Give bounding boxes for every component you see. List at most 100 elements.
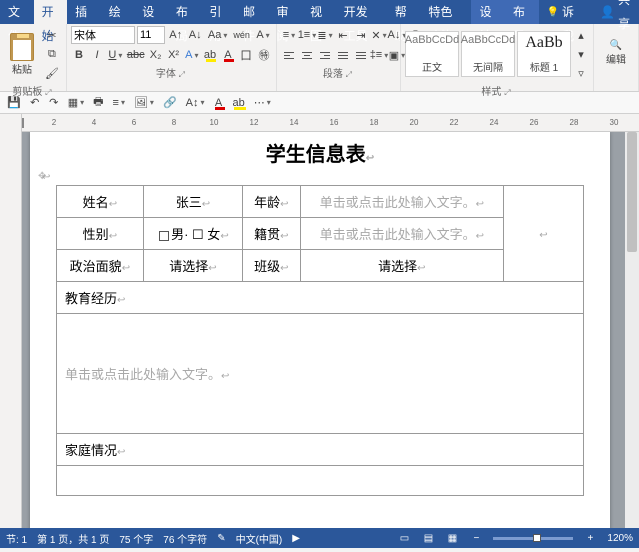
- tab-table-layout[interactable]: 布局: [505, 0, 539, 24]
- tab-file[interactable]: 文件: [0, 0, 34, 24]
- cell-age-label[interactable]: 年龄: [243, 186, 301, 218]
- align-justify-button[interactable]: [335, 46, 351, 64]
- tab-home[interactable]: 开始: [34, 0, 68, 24]
- zoom-slider[interactable]: [493, 537, 573, 540]
- enclose-char-button[interactable]: ㊕: [256, 46, 272, 64]
- qat-save[interactable]: 💾: [4, 94, 24, 112]
- line-spacing-button[interactable]: ‡≡: [371, 46, 387, 64]
- status-words[interactable]: 75 个字: [119, 531, 153, 546]
- tab-draw[interactable]: 绘图: [101, 0, 135, 24]
- cell-class-label[interactable]: 班级: [243, 250, 301, 282]
- info-table[interactable]: 姓名 张三 年龄 单击或点击此处输入文字。 性别 男· ☐ 女 籍贯 单击或点击…: [56, 185, 584, 496]
- numbering-button[interactable]: 1≡: [299, 26, 315, 44]
- qat-image[interactable]: 🖼: [131, 94, 157, 112]
- cell-politics-value[interactable]: 请选择: [143, 250, 242, 282]
- tab-developer[interactable]: 开发工具: [336, 0, 387, 24]
- cell-family-label[interactable]: 家庭情况: [57, 434, 584, 466]
- tab-review[interactable]: 审阅: [269, 0, 303, 24]
- shrink-font-button[interactable]: A↓: [186, 26, 203, 44]
- tab-design[interactable]: 设计: [134, 0, 168, 24]
- tab-references[interactable]: 引用: [201, 0, 235, 24]
- qat-more[interactable]: ⋯: [251, 94, 274, 112]
- cell-edu-body[interactable]: 单击或点击此处输入文字。: [57, 314, 584, 434]
- cell-name-value[interactable]: 张三: [143, 186, 242, 218]
- qat-bullets[interactable]: ≡: [110, 94, 128, 112]
- tab-table-design[interactable]: 设计: [471, 0, 505, 24]
- cell-native-label[interactable]: 籍贯: [243, 218, 301, 250]
- scroll-thumb[interactable]: [627, 132, 637, 252]
- tab-help[interactable]: 帮助: [387, 0, 421, 24]
- styles-scroll-up[interactable]: ▴: [573, 26, 589, 44]
- horizontal-ruler[interactable]: /* ticks appended below via JS */ 246810…: [22, 114, 639, 132]
- qat-font-size[interactable]: A↕: [183, 94, 208, 112]
- highlight-button[interactable]: ab: [202, 46, 218, 64]
- view-print-button[interactable]: ▤: [421, 531, 435, 545]
- document-area[interactable]: /* ticks appended below via JS */ 246810…: [22, 114, 639, 528]
- format-painter-button[interactable]: 🖌: [42, 64, 62, 82]
- vertical-scrollbar[interactable]: ▲ ▼: [625, 132, 639, 528]
- grow-font-button[interactable]: A↑: [167, 26, 184, 44]
- styles-expand[interactable]: ▿: [573, 64, 589, 82]
- qat-print[interactable]: 🖶: [90, 94, 106, 112]
- find-button[interactable]: 🔍编辑: [598, 28, 634, 78]
- view-read-button[interactable]: ▭: [397, 531, 411, 545]
- zoom-level[interactable]: 120%: [607, 533, 633, 544]
- cell-gender-label[interactable]: 性别: [57, 218, 144, 250]
- copy-button[interactable]: ⧉: [42, 45, 62, 63]
- cell-native-value[interactable]: 单击或点击此处输入文字。: [300, 218, 503, 250]
- styles-scroll-down[interactable]: ▾: [573, 45, 589, 63]
- checkbox-male[interactable]: [159, 231, 169, 241]
- align-left-button[interactable]: [281, 46, 297, 64]
- status-macro-icon[interactable]: ▶: [292, 533, 300, 544]
- cut-button[interactable]: ✂: [42, 26, 62, 44]
- style-heading1[interactable]: AaBb标题 1: [517, 31, 571, 77]
- zoom-out-button[interactable]: −: [469, 531, 483, 545]
- cell-edu-label[interactable]: 教育经历: [57, 282, 584, 314]
- view-web-button[interactable]: ▦: [445, 531, 459, 545]
- qat-highlight[interactable]: ab: [230, 94, 248, 112]
- cell-gender-value[interactable]: 男· ☐ 女: [143, 218, 242, 250]
- paste-button[interactable]: 粘贴: [4, 29, 40, 79]
- strikethrough-button[interactable]: abc: [126, 46, 146, 64]
- qat-table[interactable]: ▦: [65, 94, 87, 112]
- align-distribute-button[interactable]: [353, 46, 369, 64]
- font-size-select[interactable]: [137, 26, 165, 44]
- tab-mail[interactable]: 邮件: [235, 0, 269, 24]
- cell-class-value[interactable]: 请选择: [300, 250, 503, 282]
- tab-insert[interactable]: 插入: [67, 0, 101, 24]
- increase-indent-button[interactable]: ⇥: [353, 26, 369, 44]
- tab-view[interactable]: 视图: [302, 0, 336, 24]
- align-center-button[interactable]: [299, 46, 315, 64]
- tab-layout[interactable]: 布局: [168, 0, 202, 24]
- cell-age-value[interactable]: 单击或点击此处输入文字。: [300, 186, 503, 218]
- status-page[interactable]: 第 1 页，共 1 页: [37, 531, 109, 546]
- font-color-button[interactable]: A: [220, 46, 236, 64]
- decrease-indent-button[interactable]: ⇤: [335, 26, 351, 44]
- zoom-thumb[interactable]: [533, 534, 541, 542]
- doc-title[interactable]: 学生信息表: [56, 138, 584, 167]
- asian-layout-button[interactable]: ✕: [371, 26, 387, 44]
- text-effects-button[interactable]: A: [184, 46, 200, 64]
- status-section[interactable]: 节: 1: [6, 531, 27, 546]
- bold-button[interactable]: B: [71, 46, 87, 64]
- style-no-spacing[interactable]: AaBbCcDd无间隔: [461, 31, 515, 77]
- character-border-button[interactable]: 囗: [238, 46, 254, 64]
- phonetic-guide-button[interactable]: wén: [231, 26, 252, 44]
- qat-link[interactable]: 🔗: [160, 94, 180, 112]
- align-right-button[interactable]: [317, 46, 333, 64]
- bullets-button[interactable]: ≡: [281, 26, 297, 44]
- style-normal[interactable]: AaBbCcDd正文: [405, 31, 459, 77]
- status-language[interactable]: 中文(中国): [236, 531, 283, 546]
- status-chars[interactable]: 76 个字符: [163, 531, 207, 546]
- cell-photo[interactable]: [504, 186, 584, 282]
- qat-font-color[interactable]: A: [211, 94, 227, 112]
- font-family-select[interactable]: [71, 26, 135, 44]
- italic-button[interactable]: I: [89, 46, 105, 64]
- vertical-ruler[interactable]: [0, 114, 22, 528]
- qat-redo[interactable]: ↷: [46, 94, 62, 112]
- status-proofing-icon[interactable]: ✎: [217, 533, 225, 544]
- qat-undo[interactable]: ↶: [27, 94, 43, 112]
- clear-format-button[interactable]: A: [254, 26, 272, 44]
- multilevel-button[interactable]: ≣: [317, 26, 333, 44]
- subscript-button[interactable]: X₂: [148, 46, 164, 64]
